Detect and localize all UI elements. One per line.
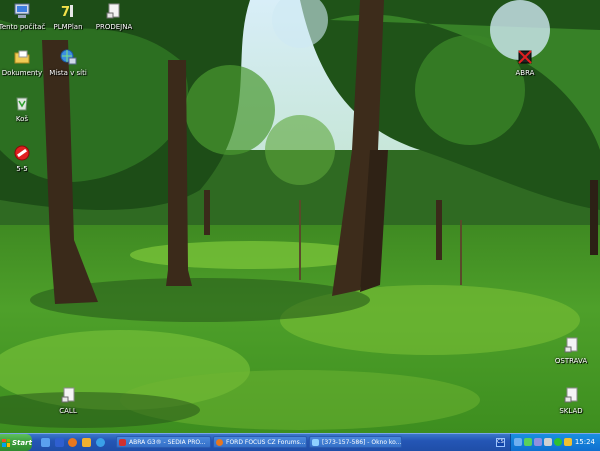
tray-messenger-icon[interactable] xyxy=(554,438,562,446)
desktop-icon-label: Místa v síti xyxy=(49,69,87,77)
start-button[interactable]: Start xyxy=(0,434,32,451)
desktop-icon-ostrava[interactable]: OSTRAVA xyxy=(543,336,599,365)
desktop-icon-prodejna[interactable]: PRODEJNA xyxy=(86,2,142,31)
folder-icon xyxy=(13,48,31,66)
svg-text:7: 7 xyxy=(61,5,70,20)
document-icon xyxy=(562,386,580,404)
desktop-icon-label: 5-5 xyxy=(16,165,28,173)
start-label: Start xyxy=(12,438,32,447)
desktop-icon-label: PRODEJNA xyxy=(95,23,133,31)
computer-icon xyxy=(13,2,31,20)
desktop-icon-label: OSTRAVA xyxy=(554,357,588,365)
document-icon xyxy=(105,2,123,20)
taskbar: Start ABRA G3® - SEDIA PRO... FORD FOCUS… xyxy=(0,433,600,451)
taskbar-button-abra[interactable]: ABRA G3® - SEDIA PRO... xyxy=(116,436,211,448)
taskbar-button-label: [373-157-586] - Okno ko... xyxy=(322,439,402,446)
quicklaunch-firefox-icon[interactable] xyxy=(68,438,77,447)
desktop-icon-label: SKLAD xyxy=(559,407,583,415)
document-icon xyxy=(562,336,580,354)
tray-security-icon[interactable] xyxy=(534,438,542,446)
tray-network-icon[interactable] xyxy=(524,438,532,446)
no-entry-icon xyxy=(13,144,31,162)
quicklaunch-ie-icon[interactable] xyxy=(96,438,105,447)
clock[interactable]: 15:24 xyxy=(575,434,595,451)
quicklaunch-media-icon[interactable] xyxy=(82,438,91,447)
firefox-icon xyxy=(216,439,223,446)
tray-volume-icon[interactable] xyxy=(544,438,552,446)
taskbar-button-chat-window[interactable]: [373-157-586] - Okno ko... xyxy=(309,436,402,448)
desktop-icon-network-places[interactable]: Místa v síti xyxy=(40,48,96,77)
abra-app-icon xyxy=(119,439,126,446)
desktop-icon-label: ABRA xyxy=(515,69,535,77)
desktop-icon-5-5[interactable]: 5-5 xyxy=(0,144,50,173)
chat-window-icon xyxy=(312,439,319,446)
desktop-icon-call[interactable]: CALL xyxy=(40,386,96,415)
document-icon xyxy=(59,386,77,404)
tray-arrow-icon[interactable] xyxy=(514,438,522,446)
desktop-icon-sklad[interactable]: SKLAD xyxy=(543,386,599,415)
plmplan-icon: 7 xyxy=(59,2,77,20)
desktop-icon-recycle-bin[interactable]: Koš xyxy=(0,94,50,123)
tray-update-icon[interactable] xyxy=(564,438,572,446)
desktop: Tento počítač 7 PLMPlan PRODEJNA Dokumen… xyxy=(0,0,600,433)
recycle-bin-icon xyxy=(13,94,31,112)
taskbar-button-label: ABRA G3® - SEDIA PRO... xyxy=(129,439,206,446)
abra-icon xyxy=(516,48,534,66)
desktop-icon-label: CALL xyxy=(59,407,77,415)
taskbar-button-ford-forums[interactable]: FORD FOCUS CZ Forums... xyxy=(213,436,307,448)
quicklaunch-save-icon[interactable] xyxy=(55,438,64,447)
taskbar-button-label: FORD FOCUS CZ Forums... xyxy=(226,439,306,446)
desktop-icon-label: Koš xyxy=(15,115,29,123)
network-icon xyxy=(59,48,77,66)
quicklaunch-explorer-icon[interactable] xyxy=(41,438,50,447)
windows-flag-icon xyxy=(2,438,10,447)
language-indicator[interactable]: CS xyxy=(496,438,505,447)
system-tray: 15:24 xyxy=(510,434,600,451)
desktop-icon-abra[interactable]: ABRA xyxy=(497,48,553,77)
